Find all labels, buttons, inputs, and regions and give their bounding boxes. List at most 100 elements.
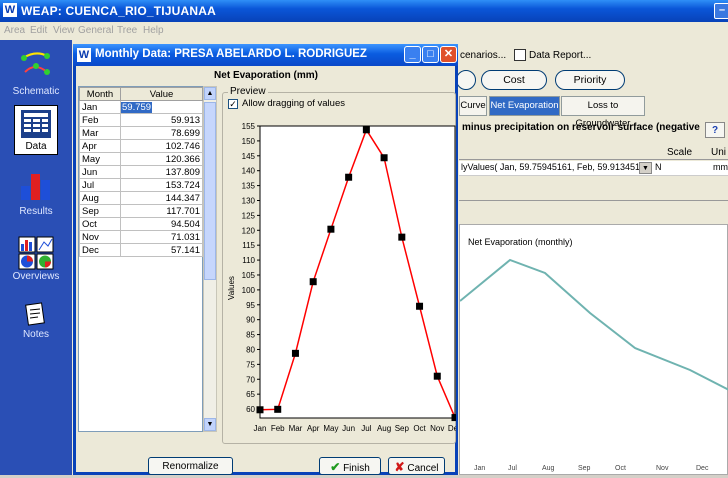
schematic-icon[interactable] — [19, 48, 53, 80]
sidebar-item-data[interactable]: Data — [14, 105, 58, 155]
expression-header: Scale Uni — [459, 146, 728, 160]
value-cell[interactable]: 117.701 — [120, 204, 203, 218]
sidebar-label-schematic[interactable]: Schematic — [0, 86, 72, 97]
tab-loss-to-groundwater[interactable]: Loss to Groundwater — [561, 96, 645, 129]
month-cell: Apr — [79, 139, 121, 153]
sidebar-label-results[interactable]: Results — [0, 206, 72, 217]
background-chart-axis: Jan Jul Aug Sep Oct Nov Dec — [460, 465, 728, 475]
value-cell[interactable]: 102.746 — [120, 139, 203, 153]
table-row[interactable]: Jan 59.759 — [79, 100, 203, 114]
view-bar: Schematic Data Results Overviews Notes — [0, 40, 72, 475]
notes-icon[interactable] — [24, 302, 48, 326]
value-cell-selected[interactable]: 59.759 — [120, 100, 203, 114]
main-title-bar: W WEAP: CUENCA_RIO_TIJUANAA – — [0, 0, 728, 22]
data-point-marker[interactable] — [274, 405, 282, 413]
table-row[interactable]: Apr 102.746 — [79, 139, 203, 153]
close-icon[interactable]: ✕ — [440, 46, 457, 63]
table-row[interactable]: Jul 153.724 — [79, 178, 203, 192]
value-cell[interactable]: 120.366 — [120, 152, 203, 166]
maximize-icon[interactable]: □ — [422, 46, 439, 63]
y-axis-label: Values — [227, 276, 236, 300]
menu-general[interactable]: General — [78, 25, 114, 36]
table-row[interactable]: Feb 59.913 — [79, 113, 203, 127]
menu-tree[interactable]: Tree — [117, 25, 137, 36]
data-point-marker[interactable] — [291, 349, 299, 357]
data-point-marker[interactable] — [309, 278, 317, 286]
bg-button-partial[interactable] — [456, 70, 476, 90]
cost-button[interactable]: Cost — [481, 70, 547, 90]
menu-bar: Area Edit View General Tree Help — [0, 22, 728, 40]
renormalize-button[interactable]: Renormalize — [148, 457, 233, 475]
value-cell[interactable]: 59.913 — [120, 113, 203, 127]
table-row[interactable]: Aug 144.347 — [79, 191, 203, 205]
cancel-button[interactable]: ✘ Cancel — [388, 457, 445, 475]
table-row[interactable]: Jun 137.809 — [79, 165, 203, 179]
data-point-marker[interactable] — [345, 173, 353, 181]
bg-tick-label: Dec — [696, 465, 709, 472]
x-tick-label: Oct — [413, 424, 426, 433]
data-point-marker[interactable] — [256, 406, 264, 414]
minimize-icon[interactable]: _ — [404, 46, 421, 63]
tab-net-evaporation[interactable]: Net Evaporation — [489, 96, 560, 116]
menu-area[interactable]: Area — [4, 25, 25, 36]
value-cell[interactable]: 78.699 — [120, 126, 203, 140]
x-tick-label: Jul — [361, 424, 371, 433]
monthly-values-grid: Month Value Jan 59.759 Feb 59.913 Mar 78.69… — [78, 86, 203, 432]
sidebar-label-overviews[interactable]: Overviews — [0, 271, 72, 282]
x-tick-label: Dec — [448, 424, 456, 433]
table-row[interactable]: Mar 78.699 — [79, 126, 203, 140]
cancel-label: Cancel — [407, 463, 439, 474]
minimize-icon[interactable]: – — [714, 3, 728, 19]
tab-curve[interactable]: Curve — [459, 96, 487, 116]
overviews-icon[interactable] — [18, 236, 54, 270]
data-point-marker[interactable] — [433, 372, 441, 380]
expression-value[interactable]: lyValues( Jan, 59.75945161, Feb, 59.9134… — [461, 162, 661, 172]
help-button[interactable]: ? — [705, 122, 725, 138]
data-point-marker[interactable] — [327, 225, 335, 233]
value-cell[interactable]: 94.504 — [120, 217, 203, 231]
data-report-button[interactable]: Data Report... — [529, 48, 591, 64]
priority-button[interactable]: Priority — [555, 70, 625, 90]
table-row[interactable]: Sep 117.701 — [79, 204, 203, 218]
table-row[interactable]: Nov 71.031 — [79, 230, 203, 244]
data-point-marker[interactable] — [451, 414, 457, 422]
y-tick-label: 105 — [242, 271, 256, 280]
results-icon[interactable] — [19, 170, 53, 202]
allow-dragging-checkbox[interactable]: ✓ — [228, 99, 238, 109]
month-cell: Jul — [79, 178, 121, 192]
chevron-down-icon[interactable]: ▼ — [639, 162, 652, 174]
y-tick-label: 95 — [246, 301, 255, 310]
data-point-marker[interactable] — [416, 302, 424, 310]
table-row[interactable]: May 120.366 — [79, 152, 203, 166]
table-row[interactable]: Dec 57.141 — [79, 243, 203, 257]
scroll-up-icon[interactable]: ▲ — [204, 87, 216, 100]
value-cell[interactable]: 153.724 — [120, 178, 203, 192]
x-tick-label: Nov — [430, 424, 444, 433]
value-cell[interactable]: 144.347 — [120, 191, 203, 205]
x-tick-label: Aug — [377, 424, 391, 433]
month-cell: Sep — [79, 204, 121, 218]
grid-scrollbar[interactable]: ▲ ▼ — [203, 86, 217, 432]
value-cell-selected-text[interactable]: 59.759 — [121, 101, 153, 113]
scenarios-menu[interactable]: cenarios... — [460, 48, 506, 64]
finish-label: Finish — [343, 463, 370, 474]
month-cell: Jun — [79, 165, 121, 179]
app-title: WEAP: CUENCA_RIO_TIJUANAA — [21, 4, 217, 18]
value-cell[interactable]: 137.809 — [120, 165, 203, 179]
value-cell[interactable]: 71.031 — [120, 230, 203, 244]
data-point-marker[interactable] — [362, 126, 370, 134]
value-cell[interactable]: 57.141 — [120, 243, 203, 257]
value-column-header: Value — [120, 87, 203, 101]
data-point-marker[interactable] — [380, 154, 388, 162]
menu-help[interactable]: Help — [143, 25, 164, 36]
table-row[interactable]: Oct 94.504 — [79, 217, 203, 231]
sidebar-label-notes[interactable]: Notes — [0, 329, 72, 340]
scroll-down-icon[interactable]: ▼ — [204, 418, 216, 431]
checkmark-icon: ✔ — [330, 460, 341, 474]
finish-button[interactable]: ✔ Finish — [319, 457, 381, 475]
data-point-marker[interactable] — [398, 233, 406, 241]
unit-column-header: Uni — [711, 147, 727, 158]
scrollbar-thumb[interactable] — [204, 102, 216, 280]
menu-edit[interactable]: Edit — [30, 25, 47, 36]
menu-view[interactable]: View — [53, 25, 75, 36]
